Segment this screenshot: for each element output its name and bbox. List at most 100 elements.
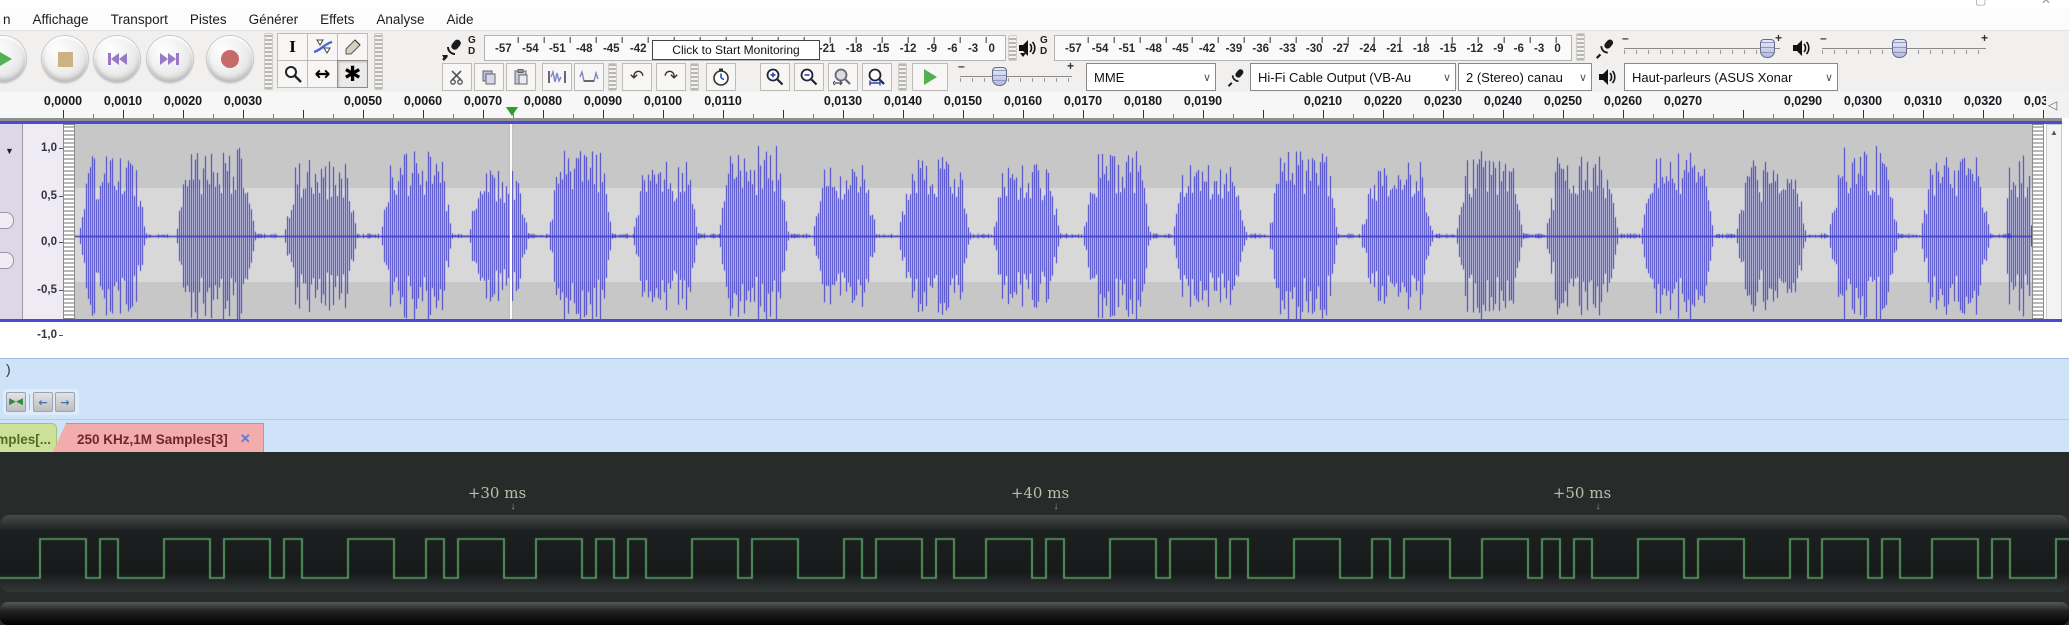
waveform-canvas[interactable] [75,124,2032,319]
stop-button[interactable] [42,36,88,82]
menu-item-analyse[interactable]: Analyse [365,12,435,27]
playback-device-select[interactable]: Haut-parleurs (ASUS Xonar ∨ [1624,63,1838,91]
record-volume-min: – [1622,31,1629,45]
ruler-tick-major [663,110,664,118]
cut-button[interactable] [442,63,472,91]
maximize-button[interactable]: ▢ [1975,0,1986,7]
play-speed-slider[interactable]: – + [958,63,1074,87]
zoom-tool[interactable] [277,60,308,88]
logic-trace-canvas[interactable] [0,515,2069,592]
timeline-ruler[interactable]: 0,00000,00100,00200,00300,00500,00600,00… [0,92,2046,120]
mixer-grabber[interactable] [1576,33,1585,61]
undo-button[interactable]: ↶ [622,63,652,91]
zoom-fit-button[interactable]: ▶◀ [6,392,26,412]
timeline-label: 0,0290 [1784,94,1822,108]
recording-device-select[interactable]: Hi-Fi Cable Output (VB-Au ∨ [1250,63,1456,91]
scroll-left-icon: ◁ [2048,98,2057,112]
track-left-grabber[interactable] [63,124,75,319]
trace-view[interactable]: +30 ms↓+40 ms↓+50 ms↓ [0,452,2069,625]
channels-select[interactable]: 2 (Stereo) canau ∨ [1458,63,1592,91]
meter-db-label: -51 [549,43,566,58]
skip-start-button[interactable] [94,36,140,82]
track-area: ▼ 1,00,50,0-0,5-1,0 ▲ [0,118,2069,322]
selection-tool[interactable]: I [277,33,308,61]
waveform-region[interactable] [75,124,2032,319]
silence-audio-button[interactable] [574,63,604,91]
menu-item-affichage[interactable]: Affichage [22,12,100,27]
close-button[interactable]: ✕ [2041,0,2051,7]
tab-samples[interactable]: Samples[... [0,423,57,454]
record-volume-thumb[interactable] [1760,39,1775,58]
meter-db-label: -48 [1145,43,1162,58]
track-right-grabber[interactable] [2032,124,2044,319]
meter-db-label: -18 [1413,43,1430,58]
timeline-label: 0,0310 [1904,94,1942,108]
zoom-in-icon [766,68,784,86]
menu-item-générer[interactable]: Générer [238,12,310,27]
timeshift-tool[interactable]: ↔ [307,60,338,88]
playhead-marker[interactable] [506,107,518,116]
skip-end-button[interactable] [147,36,193,82]
audio-host-select[interactable]: MME ∨ [1086,63,1216,91]
playback-meter-speaker-icon[interactable] [1018,39,1038,57]
record-button[interactable] [207,36,253,82]
menu-item-n[interactable]: n [0,12,22,27]
timeline-label: 0,0100 [644,94,682,108]
copy-button[interactable] [474,63,504,91]
zoom-fit-icon [867,68,887,86]
edit-toolbar-grabber[interactable] [608,63,617,91]
timeline-label: 0,0180 [1124,94,1162,108]
sync-toolbar-grabber[interactable] [690,63,699,91]
silence-icon [579,69,599,85]
ruler-tick-major [723,110,724,118]
scroll-up-icon[interactable]: ▲ [2050,128,2058,137]
ruler-tick-major [1203,110,1204,118]
menu-item-effets[interactable]: Effets [309,12,365,27]
zoom-selection-button[interactable] [828,63,858,91]
track-control-panel[interactable]: ▼ [0,124,23,319]
vertical-scrollbar[interactable]: ▲ [2046,124,2062,322]
record-volume-slider[interactable]: – + [1622,35,1782,59]
play-at-speed-button[interactable] [912,63,948,91]
arrow-right-icon: → [60,397,69,408]
zoom-fit-button[interactable] [862,63,892,91]
ruler-tick-major [1503,110,1504,118]
multi-tool[interactable]: ✱ [337,60,368,88]
zoom-in-button[interactable] [760,63,790,91]
redo-button[interactable]: ↷ [656,63,686,91]
record-meter-grabber[interactable] [374,33,383,90]
track-menu-icon[interactable]: ▼ [5,146,14,156]
zoom-out-button[interactable] [794,63,824,91]
play-speed-thumb[interactable] [992,67,1007,86]
play-speed-grabber[interactable] [898,63,907,91]
timeline-label: 0,0130 [824,94,862,108]
sync-lock-button[interactable] [706,63,736,91]
playback-volume-slider[interactable]: – + [1820,35,1988,59]
tools-toolbar-grabber[interactable] [264,33,273,90]
envelope-tool[interactable] [307,33,338,61]
mute-button-partial[interactable] [0,212,14,229]
timeline-scroll-left[interactable]: ◁ [2046,92,2069,120]
next-button[interactable]: → [55,392,75,412]
stopwatch-icon [712,68,730,86]
menu-item-transport[interactable]: Transport [100,12,179,27]
tab-250khz-samples[interactable]: 250 KHz,1M Samples[3] ✕ [52,423,264,454]
amplitude-tick [59,335,63,336]
vertical-scale-ruler[interactable]: 1,00,50,0-0,5-1,0 [23,124,64,319]
tab-close-icon[interactable]: ✕ [240,431,251,447]
playback-meter-grabber[interactable] [1008,35,1017,61]
record-channel-d: D [468,46,482,57]
draw-tool[interactable] [337,33,368,61]
trim-audio-button[interactable] [542,63,572,91]
playback-volume-thumb[interactable] [1892,39,1907,58]
prev-button[interactable]: ← [33,392,53,412]
record-meter-mic-icon[interactable] [440,37,464,61]
amplitude-label: -0,5 [37,284,57,296]
play-button[interactable] [0,36,26,82]
playback-meter[interactable]: -57-54-51-48-45-42-39-36-33-30-27-24-21-… [1054,35,1572,61]
time-tick-icon: ↓ [511,501,516,512]
solo-button-partial[interactable] [0,252,14,269]
paste-button[interactable] [506,63,536,91]
menu-item-pistes[interactable]: Pistes [179,12,238,27]
menu-item-aide[interactable]: Aide [435,12,484,27]
